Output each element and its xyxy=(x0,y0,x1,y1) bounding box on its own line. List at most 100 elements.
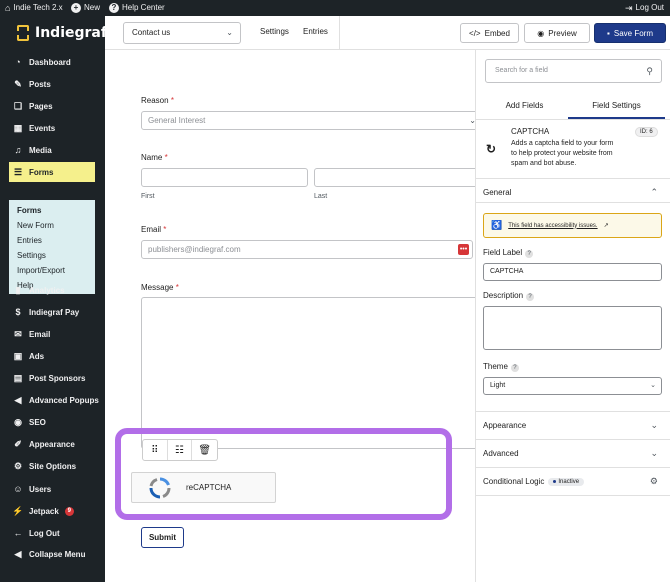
email-label: Email * xyxy=(141,225,166,234)
description-textarea[interactable] xyxy=(483,306,662,350)
message-textarea[interactable] xyxy=(141,297,475,449)
sidebar-item-dashboard[interactable]: ◔ Dashboard xyxy=(0,52,105,72)
help-icon[interactable]: ? xyxy=(510,364,519,372)
logo-text: Indiegraf xyxy=(35,25,107,41)
sidebar-item-site-options[interactable]: ⚙ Site Options xyxy=(0,456,105,476)
appearance-section-header[interactable]: Appearance xyxy=(483,421,526,430)
logout-icon: ← xyxy=(13,528,23,538)
trash-icon[interactable]: 🗑 xyxy=(192,440,217,460)
search-placeholder: Search for a field xyxy=(495,67,548,74)
help-icon[interactable]: ? xyxy=(525,250,534,258)
divider xyxy=(476,178,670,179)
ads-icon: ▣ xyxy=(13,350,23,361)
sidebar-item-events[interactable]: ▦ Events xyxy=(0,118,105,138)
sidebar-item-ads[interactable]: ▣ Ads xyxy=(0,346,105,366)
sidebar-item-label: Ads xyxy=(29,351,45,361)
sidebar-item-label: Advanced Popups xyxy=(29,395,99,405)
form-select-value: Contact us xyxy=(132,28,171,37)
sidebar-item-email[interactable]: ✉ Email xyxy=(0,324,105,344)
form-select[interactable]: Contact us ⌄ xyxy=(123,22,241,44)
sidebar-item-indiegraf-pay[interactable]: $ Indiegraf Pay xyxy=(0,302,105,322)
sidebar-item-post-sponsors[interactable]: ▤ Post Sponsors xyxy=(0,368,105,388)
code-icon: </> xyxy=(469,28,481,38)
search-input[interactable]: Search for a field ⚲ xyxy=(485,59,662,83)
general-section-header[interactable]: General xyxy=(483,188,511,197)
last-sublabel: Last xyxy=(314,193,328,200)
sidebar-item-collapse[interactable]: ◀ Collapse Menu xyxy=(0,544,105,564)
chevron-down-icon[interactable]: ⌄ xyxy=(650,420,658,431)
sidebar-item-users[interactable]: ☺ Users xyxy=(0,479,105,499)
description-label-text: Description xyxy=(483,291,524,300)
media-icon: ♫ xyxy=(14,145,22,155)
gear-icon[interactable]: ⚙ xyxy=(650,476,658,487)
accessibility-link[interactable]: This field has accessibility issues. xyxy=(508,223,597,229)
sidebar-item-pages[interactable]: ❏ Pages xyxy=(0,96,105,116)
reason-value: General Interest xyxy=(148,116,206,125)
admin-bar: ⌂ Indie Tech 2.x + New ? Help Center ⇥ L… xyxy=(0,0,670,16)
submenu-item-settings[interactable]: Settings xyxy=(17,251,46,260)
forms-icon: ☰ xyxy=(13,166,23,177)
new-label: New xyxy=(84,3,101,12)
preview-button[interactable]: ◉ Preview xyxy=(524,23,590,43)
status-badge: Inactive xyxy=(548,477,585,486)
site-name-link[interactable]: ⌂ Indie Tech 2.x xyxy=(5,2,63,14)
required-mark: * xyxy=(170,96,174,105)
logout-icon: ⇥ xyxy=(625,3,633,13)
conditional-logic-row[interactable]: Conditional Logic Inactive xyxy=(483,477,585,486)
field-label-input[interactable]: CAPTCHA xyxy=(483,263,662,281)
new-content-link[interactable]: + New xyxy=(71,2,100,14)
brush-icon: ✐ xyxy=(14,438,22,449)
plus-icon: + xyxy=(71,3,81,13)
password-manager-icon[interactable]: ••• xyxy=(458,244,469,255)
embed-label: Embed xyxy=(484,28,510,38)
submit-button[interactable]: Submit xyxy=(141,527,184,548)
sidebar-item-jetpack[interactable]: ⚡ Jetpack 9 xyxy=(0,501,105,521)
sidebar-item-advanced-popups[interactable]: ◀ Advanced Popups xyxy=(0,390,105,410)
recaptcha-text: reCAPTCHA xyxy=(186,483,232,492)
entries-link[interactable]: Entries xyxy=(303,27,328,36)
submenu-item-import-export[interactable]: Import/Export xyxy=(17,266,65,275)
field-settings-panel: Search for a field ⚲ Add Fields Field Se… xyxy=(475,50,670,582)
drag-handle-icon[interactable]: ⠿ xyxy=(143,440,168,460)
help-center-link[interactable]: ? Help Center xyxy=(109,2,165,14)
collapse-icon: ◀ xyxy=(14,548,22,559)
submenu-item-entries[interactable]: Entries xyxy=(17,236,42,245)
sidebar-item-seo[interactable]: ◉ SEO xyxy=(0,412,105,432)
advanced-section-header[interactable]: Advanced xyxy=(483,449,519,458)
email-field[interactable]: publishers@indiegraf.com ••• xyxy=(141,240,473,259)
recaptcha-widget[interactable]: reCAPTCHA xyxy=(131,472,276,503)
tab-field-settings[interactable]: Field Settings xyxy=(568,95,665,119)
sidebar-item-label: Pages xyxy=(29,101,53,111)
theme-value: Light xyxy=(490,382,506,389)
chevron-up-icon[interactable]: ⌃ xyxy=(650,187,658,198)
field-label-label: Field Label? xyxy=(483,248,534,258)
recaptcha-icon xyxy=(149,476,171,498)
settings-link[interactable]: Settings xyxy=(260,27,289,36)
sidebar-item-label: Email xyxy=(29,329,51,339)
analytics-icon: ▮ xyxy=(15,284,21,295)
last-name-input[interactable] xyxy=(314,168,475,187)
sidebar-item-logout[interactable]: ← Log Out xyxy=(0,523,105,543)
logo[interactable]: Indiegraf xyxy=(17,25,107,41)
theme-select[interactable]: Light ⌄ xyxy=(483,377,662,395)
save-form-button[interactable]: ▪ Save Form xyxy=(594,23,666,43)
embed-button[interactable]: </> Embed xyxy=(460,23,519,43)
seo-icon: ◉ xyxy=(14,416,22,427)
email-placeholder: publishers@indiegraf.com xyxy=(148,245,241,254)
sidebar-item-label: Users xyxy=(29,484,52,494)
sidebar-item-posts[interactable]: ✎ Posts xyxy=(0,74,105,94)
submenu-item-new-form[interactable]: New Form xyxy=(17,221,54,230)
sidebar-item-media[interactable]: ♫ Media xyxy=(0,140,105,160)
sidebar-item-forms[interactable]: ☰ Forms xyxy=(9,162,95,182)
sidebar-item-analytics[interactable]: ▮ Analytics xyxy=(0,280,105,300)
help-icon[interactable]: ? xyxy=(526,293,535,301)
sidebar-item-appearance[interactable]: ✐ Appearance xyxy=(0,434,105,454)
logout-link[interactable]: ⇥ Log Out xyxy=(625,2,664,14)
settings-sliders-icon[interactable]: ☷ xyxy=(168,440,193,460)
first-name-input[interactable] xyxy=(141,168,308,187)
chevron-down-icon[interactable]: ⌄ xyxy=(650,448,658,459)
gear-icon: ⚙ xyxy=(13,460,23,471)
submenu-item-forms[interactable]: Forms xyxy=(17,206,41,215)
tab-add-fields[interactable]: Add Fields xyxy=(476,95,573,119)
reason-select[interactable]: General Interest ⌄ xyxy=(141,111,475,130)
